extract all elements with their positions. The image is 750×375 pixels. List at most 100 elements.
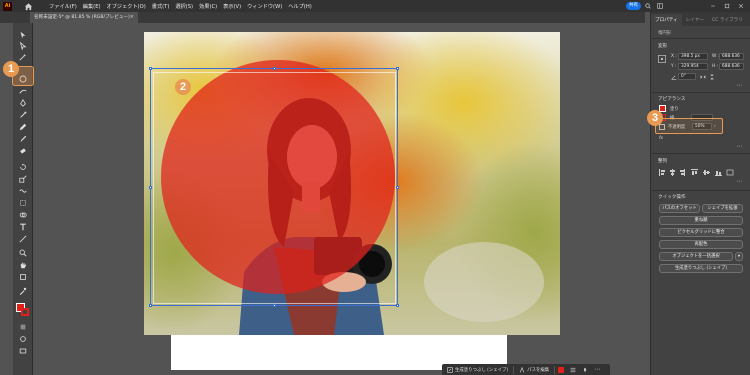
opacity-highlight bbox=[655, 118, 723, 134]
handle-top-left[interactable] bbox=[149, 67, 152, 70]
menu-effect[interactable]: 効果(C) bbox=[196, 3, 220, 10]
expand-shape-button[interactable]: シェイプを拡張 bbox=[702, 204, 743, 213]
contextual-task-bar: 生成塗りつぶし (シェイプ) パスを編集 ⋯ bbox=[442, 364, 610, 375]
align-more-options[interactable]: ⋯ bbox=[737, 178, 743, 185]
menu-window[interactable]: ウィンドウ(W) bbox=[244, 3, 285, 10]
workspace-icon[interactable] bbox=[657, 3, 663, 9]
hand-tool-icon[interactable] bbox=[19, 261, 27, 269]
generative-fill-label: 生成塗りつぶし (シェイプ) bbox=[455, 367, 509, 373]
arrange-button[interactable]: 重ね順 bbox=[659, 216, 743, 225]
align-title: 整列 bbox=[658, 159, 668, 164]
generative-fill-button[interactable]: 生成塗りつぶし (シェイプ) bbox=[659, 264, 743, 273]
pen-tool-icon[interactable] bbox=[19, 99, 27, 107]
blob-brush-tool-icon[interactable] bbox=[19, 87, 27, 95]
flip-horizontal-icon[interactable] bbox=[700, 74, 706, 80]
menu-type[interactable]: 書式(T) bbox=[149, 3, 173, 10]
rotate-angle-icon bbox=[671, 75, 677, 80]
handle-top-right[interactable] bbox=[396, 67, 399, 70]
fx-icon[interactable]: fx bbox=[659, 136, 663, 141]
w-field[interactable]: 688.636 bbox=[719, 53, 744, 60]
menu-object[interactable]: オブジェクト(O) bbox=[104, 3, 149, 10]
stroke-color-swatch[interactable] bbox=[21, 308, 29, 316]
menu-help[interactable]: ヘルプ(H) bbox=[285, 3, 315, 10]
y-label: Y : bbox=[671, 64, 677, 69]
warp-tool-icon[interactable] bbox=[19, 187, 27, 195]
draw-mode-icon[interactable] bbox=[19, 335, 27, 343]
ellipse-bounding-box bbox=[153, 72, 396, 304]
minimize-icon[interactable] bbox=[710, 3, 716, 9]
fill-label: 塗り bbox=[670, 107, 679, 112]
flip-vertical-icon[interactable] bbox=[709, 74, 715, 80]
align-to-pixel-grid-button[interactable]: ピクセルグリッドに整合 bbox=[659, 228, 743, 237]
angle-field[interactable]: 0° bbox=[678, 73, 696, 80]
divider bbox=[651, 38, 750, 39]
handle-bottom-left[interactable] bbox=[149, 304, 152, 307]
y-field[interactable]: 329.954 bbox=[678, 63, 708, 70]
eyedropper-tool-icon[interactable] bbox=[19, 287, 27, 295]
home-icon[interactable] bbox=[24, 2, 33, 11]
shape-builder-tool-icon[interactable] bbox=[19, 211, 27, 219]
edit-path-icon bbox=[520, 366, 525, 373]
transform-more-options[interactable]: ⋯ bbox=[737, 82, 743, 89]
tab-layers[interactable]: レイヤー bbox=[682, 17, 708, 26]
brush-tool-icon[interactable] bbox=[19, 135, 27, 143]
menu-lines-icon[interactable] bbox=[570, 367, 576, 373]
properties-panel: プロパティ レイヤー CC ライブラリ 楕円形 変形 X : 398.5 px … bbox=[650, 12, 750, 375]
document-tab[interactable]: 名称未設定-5* @ 81.85 % (RGB/プレビュー) × bbox=[30, 12, 138, 23]
fill-swatch-icon[interactable] bbox=[558, 366, 565, 373]
share-button[interactable]: 共有 bbox=[626, 2, 641, 10]
h-field[interactable]: 688.636 bbox=[719, 63, 744, 70]
tab-cc-libraries[interactable]: CC ライブラリ bbox=[708, 17, 747, 26]
handle-middle-right[interactable] bbox=[396, 186, 399, 189]
document-tab-title: 名称未設定-5* @ 81.85 % (RGB/プレビュー) bbox=[34, 15, 130, 20]
menu-view[interactable]: 表示(V) bbox=[220, 3, 244, 10]
handle-bottom-right[interactable] bbox=[396, 304, 399, 307]
select-same-dropdown-icon[interactable]: ▾ bbox=[735, 252, 743, 261]
artboard-tool-icon[interactable] bbox=[19, 273, 27, 281]
maximize-icon[interactable] bbox=[724, 3, 730, 9]
document-tab-bar: 名称未設定-5* @ 81.85 % (RGB/プレビュー) × bbox=[0, 12, 645, 23]
zoom-tool-icon[interactable] bbox=[19, 249, 27, 257]
panel-tabs: プロパティ レイヤー CC ライブラリ bbox=[651, 12, 750, 26]
more-options-icon[interactable]: ⋯ bbox=[594, 366, 600, 373]
curvature-tool-icon[interactable] bbox=[19, 111, 27, 119]
menu-file[interactable]: ファイル(F) bbox=[46, 3, 80, 10]
menu-select[interactable]: 選択(S) bbox=[172, 3, 196, 10]
select-same-button[interactable]: オブジェクトを一括選択 bbox=[659, 252, 733, 261]
line-tool-icon[interactable] bbox=[19, 235, 27, 243]
magic-wand-tool-icon[interactable] bbox=[19, 53, 27, 61]
type-tool-icon[interactable] bbox=[19, 223, 27, 231]
reference-point-icon[interactable] bbox=[658, 55, 666, 63]
handle-top-middle[interactable] bbox=[273, 67, 276, 70]
x-field[interactable]: 398.5 px bbox=[678, 53, 708, 60]
divider bbox=[651, 190, 750, 191]
rotate-tool-icon[interactable] bbox=[19, 163, 27, 171]
eraser-tool-icon[interactable] bbox=[19, 147, 27, 155]
handle-bottom-middle[interactable] bbox=[273, 304, 276, 307]
close-tab-icon[interactable]: × bbox=[130, 12, 134, 23]
step-badge-1: 1 bbox=[3, 61, 19, 77]
step-badge-2: 2 bbox=[175, 79, 191, 95]
free-transform-tool-icon[interactable] bbox=[19, 199, 27, 207]
search-icon[interactable] bbox=[645, 3, 651, 9]
x-label: X : bbox=[671, 54, 677, 59]
align-icons[interactable] bbox=[659, 169, 745, 176]
screen-mode-icon[interactable] bbox=[19, 347, 27, 355]
recolor-button[interactable]: 再配色 bbox=[659, 240, 743, 249]
scale-tool-icon[interactable] bbox=[19, 175, 27, 183]
generative-fill-shape-button[interactable]: 生成塗りつぶし (シェイプ) bbox=[442, 366, 513, 373]
direct-selection-tool-icon[interactable] bbox=[19, 42, 27, 50]
color-mode-icon[interactable] bbox=[19, 323, 27, 331]
close-window-icon[interactable] bbox=[738, 3, 744, 9]
tab-properties[interactable]: プロパティ bbox=[651, 14, 682, 26]
offset-path-button[interactable]: パスのオフセット bbox=[659, 204, 700, 213]
pin-icon[interactable] bbox=[582, 367, 588, 373]
handle-middle-left[interactable] bbox=[149, 186, 152, 189]
appearance-more-options[interactable]: ⋯ bbox=[737, 143, 743, 150]
menu-edit[interactable]: 編集(E) bbox=[80, 3, 104, 10]
pencil-tool-icon[interactable] bbox=[19, 123, 27, 131]
divider bbox=[651, 153, 750, 154]
edit-path-button[interactable]: パスを編集 bbox=[514, 366, 554, 373]
selection-tool-icon[interactable] bbox=[19, 31, 27, 39]
menu-list: ファイル(F) 編集(E) オブジェクト(O) 書式(T) 選択(S) 効果(C… bbox=[46, 3, 315, 10]
